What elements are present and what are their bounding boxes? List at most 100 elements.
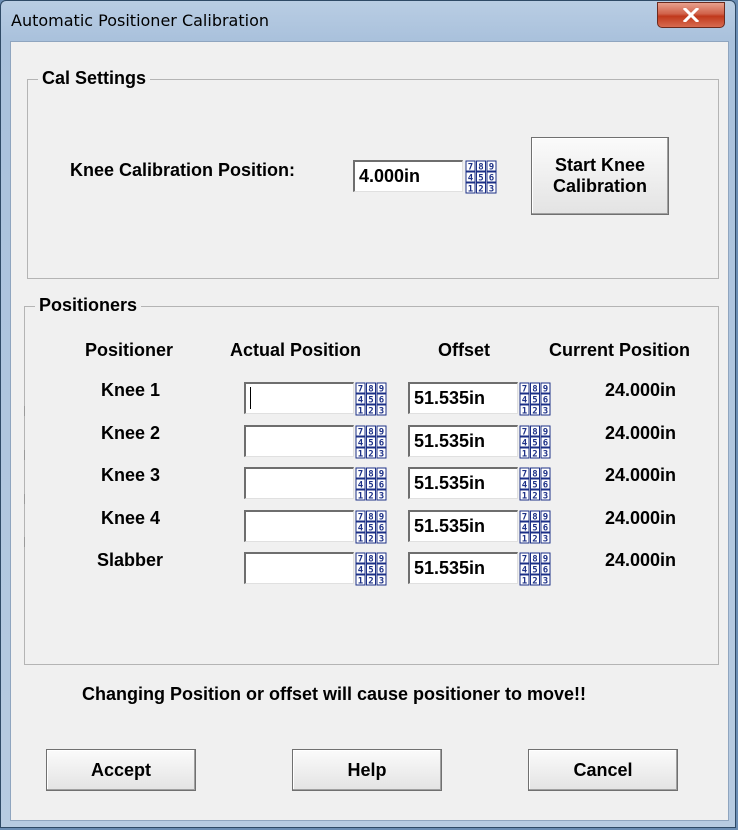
svg-text:3: 3 bbox=[379, 492, 384, 502]
actual-position-input[interactable] bbox=[244, 382, 354, 414]
svg-text:3: 3 bbox=[379, 407, 384, 417]
numeric-keypad-icon[interactable]: 789 456 123 bbox=[354, 552, 388, 587]
positioner-name: Knee 3 bbox=[101, 465, 161, 485]
svg-text:8: 8 bbox=[532, 555, 537, 565]
svg-text:1: 1 bbox=[358, 492, 363, 502]
knee-calibration-input[interactable]: 4.000in bbox=[353, 160, 463, 192]
svg-text:7: 7 bbox=[522, 427, 527, 437]
svg-text:7: 7 bbox=[522, 512, 527, 522]
numeric-keypad-icon[interactable]: 789 456 123 bbox=[354, 382, 388, 417]
svg-text:4: 4 bbox=[522, 481, 528, 491]
svg-text:3: 3 bbox=[543, 577, 548, 587]
svg-text:3: 3 bbox=[543, 449, 548, 459]
cal-settings-group: Cal Settings Knee Calibration Position: … bbox=[27, 68, 719, 279]
actual-position-input[interactable] bbox=[244, 552, 354, 584]
svg-text:3: 3 bbox=[379, 577, 384, 587]
current-position-value: 24.000in bbox=[605, 422, 677, 443]
offset-input[interactable]: 51.535in bbox=[408, 424, 518, 457]
numeric-keypad-icon[interactable]: 789 456 123 bbox=[518, 382, 552, 417]
svg-text:8: 8 bbox=[478, 163, 483, 173]
numeric-keypad-icon[interactable]: 789 456 123 bbox=[518, 510, 552, 544]
text-caret bbox=[250, 387, 251, 409]
svg-text:4: 4 bbox=[522, 566, 528, 576]
svg-text:7: 7 bbox=[522, 385, 527, 395]
svg-text:8: 8 bbox=[368, 427, 373, 437]
svg-text:1: 1 bbox=[522, 492, 527, 502]
warning-text: Changing Position or offset will cause p… bbox=[82, 684, 587, 704]
svg-text:8: 8 bbox=[368, 512, 373, 522]
svg-text:7: 7 bbox=[358, 385, 363, 395]
svg-text:8: 8 bbox=[532, 512, 537, 522]
svg-text:5: 5 bbox=[532, 481, 537, 491]
numeric-keypad-icon[interactable]: 789 456 123 bbox=[354, 467, 388, 502]
close-icon bbox=[683, 8, 699, 22]
help-button[interactable]: Help bbox=[292, 749, 442, 791]
cancel-button[interactable]: Cancel bbox=[528, 749, 678, 791]
svg-text:7: 7 bbox=[522, 470, 527, 480]
svg-text:6: 6 bbox=[489, 174, 494, 184]
svg-text:8: 8 bbox=[368, 470, 373, 480]
svg-text:2: 2 bbox=[532, 534, 537, 544]
offset-input[interactable]: 51.535in bbox=[408, 467, 518, 499]
dialog-client-area: Cal Settings Knee Calibration Position: … bbox=[10, 41, 729, 821]
svg-text:9: 9 bbox=[489, 163, 494, 173]
svg-text:6: 6 bbox=[543, 481, 548, 491]
numeric-keypad-icon[interactable]: 789 456 123 bbox=[354, 425, 388, 459]
svg-text:4: 4 bbox=[358, 523, 364, 533]
svg-text:3: 3 bbox=[379, 534, 384, 544]
svg-text:4: 4 bbox=[522, 396, 528, 406]
offset-input[interactable]: 51.535in bbox=[408, 509, 518, 542]
svg-text:5: 5 bbox=[368, 438, 373, 448]
offset-input[interactable]: 51.535in bbox=[408, 552, 518, 584]
svg-text:1: 1 bbox=[358, 449, 363, 459]
accept-button[interactable]: Accept bbox=[46, 749, 196, 791]
numeric-keypad-icon[interactable]: 789 456 123 bbox=[518, 552, 552, 587]
svg-text:8: 8 bbox=[532, 470, 537, 480]
svg-text:9: 9 bbox=[543, 555, 548, 565]
offset-input[interactable]: 51.535in bbox=[408, 382, 518, 414]
svg-text:2: 2 bbox=[532, 492, 537, 502]
svg-text:4: 4 bbox=[522, 523, 528, 533]
numeric-keypad-icon[interactable]: 789 456 123 bbox=[518, 425, 552, 459]
svg-text:5: 5 bbox=[368, 396, 373, 406]
svg-text:6: 6 bbox=[379, 396, 384, 406]
actual-position-input[interactable] bbox=[244, 467, 354, 499]
svg-text:7: 7 bbox=[358, 470, 363, 480]
current-position-value: 24.000in bbox=[605, 380, 677, 400]
svg-text:3: 3 bbox=[543, 492, 548, 502]
svg-text:7: 7 bbox=[358, 512, 363, 522]
svg-text:6: 6 bbox=[543, 396, 548, 406]
svg-text:1: 1 bbox=[358, 534, 363, 544]
window-title: Automatic Positioner Calibration bbox=[11, 11, 269, 30]
start-knee-calibration-button[interactable]: Start Knee Calibration bbox=[531, 137, 669, 215]
numeric-keypad-icon[interactable]: 789 456 123 bbox=[354, 510, 388, 544]
svg-text:8: 8 bbox=[532, 427, 537, 437]
divider-tick bbox=[24, 450, 25, 460]
numeric-keypad-icon[interactable]: 789 456 123 bbox=[464, 160, 498, 195]
svg-text:9: 9 bbox=[543, 427, 548, 437]
svg-text:2: 2 bbox=[368, 407, 373, 417]
svg-text:5: 5 bbox=[478, 174, 483, 184]
header-offset: Offset bbox=[438, 340, 491, 360]
divider-tick bbox=[24, 494, 25, 504]
svg-text:4: 4 bbox=[358, 438, 364, 448]
svg-text:9: 9 bbox=[543, 385, 548, 395]
close-button[interactable] bbox=[657, 2, 725, 28]
svg-text:3: 3 bbox=[543, 534, 548, 544]
svg-text:1: 1 bbox=[358, 407, 363, 417]
numeric-keypad-icon[interactable]: 789 456 123 bbox=[518, 467, 552, 502]
svg-text:9: 9 bbox=[379, 555, 384, 565]
actual-position-input[interactable] bbox=[244, 509, 354, 542]
svg-text:1: 1 bbox=[522, 534, 527, 544]
svg-text:3: 3 bbox=[489, 185, 494, 195]
divider-tick bbox=[24, 406, 25, 416]
title-bar[interactable]: Automatic Positioner Calibration bbox=[1, 1, 735, 41]
actual-position-input[interactable] bbox=[244, 424, 354, 457]
positioner-name: Knee 2 bbox=[101, 422, 161, 443]
svg-text:3: 3 bbox=[543, 407, 548, 417]
svg-text:2: 2 bbox=[478, 185, 483, 195]
svg-text:7: 7 bbox=[468, 163, 473, 173]
svg-text:4: 4 bbox=[358, 396, 364, 406]
svg-text:9: 9 bbox=[379, 427, 384, 437]
svg-text:5: 5 bbox=[368, 523, 373, 533]
